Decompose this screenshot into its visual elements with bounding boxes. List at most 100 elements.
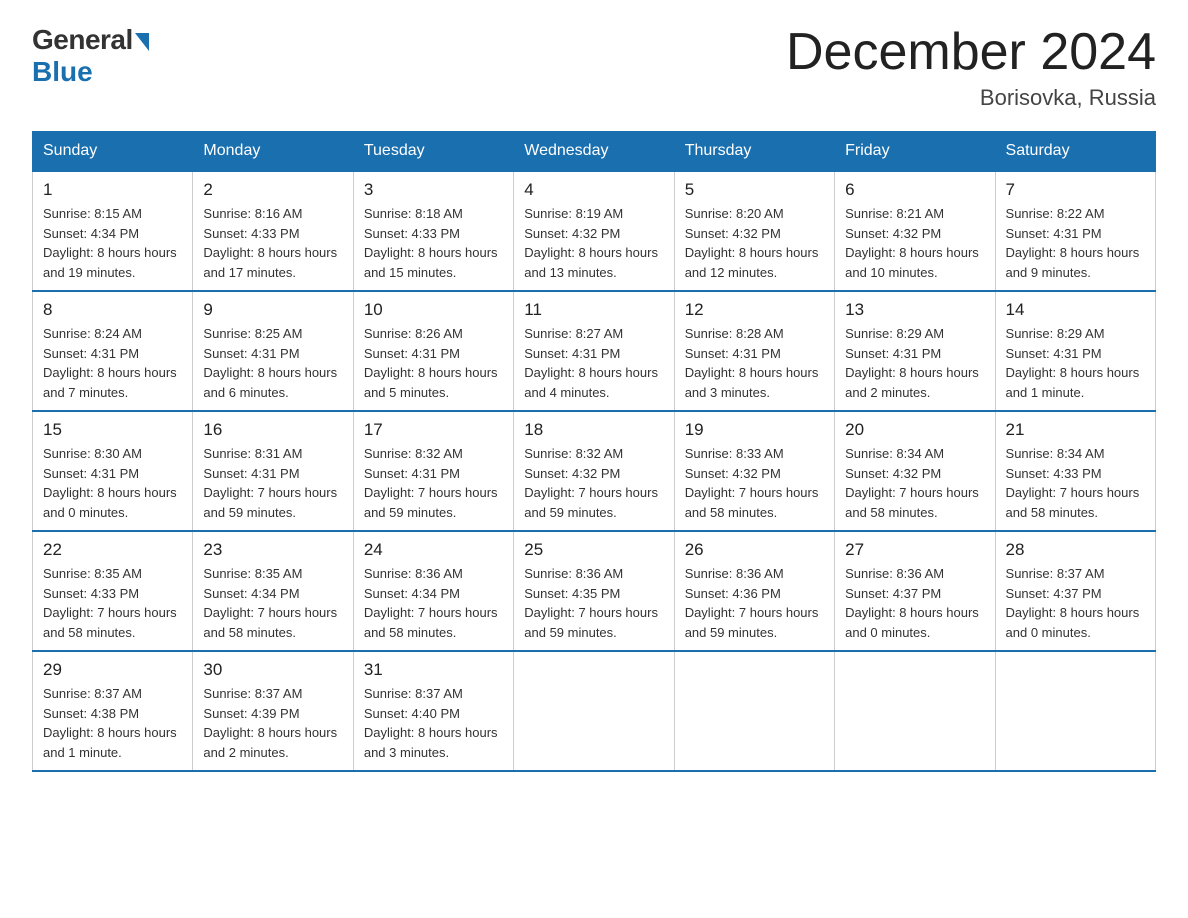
- calendar-cell: 19 Sunrise: 8:33 AMSunset: 4:32 PMDaylig…: [674, 411, 834, 531]
- header-saturday: Saturday: [995, 132, 1155, 172]
- day-info: Sunrise: 8:27 AMSunset: 4:31 PMDaylight:…: [524, 324, 663, 402]
- day-number: 29: [43, 660, 182, 680]
- calendar-cell: 10 Sunrise: 8:26 AMSunset: 4:31 PMDaylig…: [353, 291, 513, 411]
- day-info: Sunrise: 8:24 AMSunset: 4:31 PMDaylight:…: [43, 324, 182, 402]
- day-number: 20: [845, 420, 984, 440]
- day-number: 15: [43, 420, 182, 440]
- day-info: Sunrise: 8:28 AMSunset: 4:31 PMDaylight:…: [685, 324, 824, 402]
- calendar-cell: 29 Sunrise: 8:37 AMSunset: 4:38 PMDaylig…: [33, 651, 193, 771]
- calendar-cell: [514, 651, 674, 771]
- day-info: Sunrise: 8:37 AMSunset: 4:39 PMDaylight:…: [203, 684, 342, 762]
- day-info: Sunrise: 8:37 AMSunset: 4:38 PMDaylight:…: [43, 684, 182, 762]
- day-number: 9: [203, 300, 342, 320]
- calendar-cell: 30 Sunrise: 8:37 AMSunset: 4:39 PMDaylig…: [193, 651, 353, 771]
- calendar-cell: 17 Sunrise: 8:32 AMSunset: 4:31 PMDaylig…: [353, 411, 513, 531]
- day-number: 22: [43, 540, 182, 560]
- calendar-table: SundayMondayTuesdayWednesdayThursdayFrid…: [32, 131, 1156, 772]
- day-info: Sunrise: 8:18 AMSunset: 4:33 PMDaylight:…: [364, 204, 503, 282]
- calendar-cell: 23 Sunrise: 8:35 AMSunset: 4:34 PMDaylig…: [193, 531, 353, 651]
- calendar-cell: [674, 651, 834, 771]
- day-info: Sunrise: 8:33 AMSunset: 4:32 PMDaylight:…: [685, 444, 824, 522]
- day-number: 30: [203, 660, 342, 680]
- calendar-cell: 24 Sunrise: 8:36 AMSunset: 4:34 PMDaylig…: [353, 531, 513, 651]
- day-number: 4: [524, 180, 663, 200]
- day-info: Sunrise: 8:21 AMSunset: 4:32 PMDaylight:…: [845, 204, 984, 282]
- calendar-cell: 15 Sunrise: 8:30 AMSunset: 4:31 PMDaylig…: [33, 411, 193, 531]
- calendar-cell: 7 Sunrise: 8:22 AMSunset: 4:31 PMDayligh…: [995, 171, 1155, 291]
- day-number: 5: [685, 180, 824, 200]
- day-number: 10: [364, 300, 503, 320]
- day-number: 13: [845, 300, 984, 320]
- calendar-cell: 3 Sunrise: 8:18 AMSunset: 4:33 PMDayligh…: [353, 171, 513, 291]
- day-info: Sunrise: 8:16 AMSunset: 4:33 PMDaylight:…: [203, 204, 342, 282]
- calendar-cell: 9 Sunrise: 8:25 AMSunset: 4:31 PMDayligh…: [193, 291, 353, 411]
- day-number: 8: [43, 300, 182, 320]
- day-number: 19: [685, 420, 824, 440]
- calendar-cell: 27 Sunrise: 8:36 AMSunset: 4:37 PMDaylig…: [835, 531, 995, 651]
- day-info: Sunrise: 8:36 AMSunset: 4:35 PMDaylight:…: [524, 564, 663, 642]
- week-row-1: 1 Sunrise: 8:15 AMSunset: 4:34 PMDayligh…: [33, 171, 1156, 291]
- header-friday: Friday: [835, 132, 995, 172]
- day-number: 23: [203, 540, 342, 560]
- day-number: 24: [364, 540, 503, 560]
- day-info: Sunrise: 8:20 AMSunset: 4:32 PMDaylight:…: [685, 204, 824, 282]
- title-section: December 2024 Borisovka, Russia: [786, 24, 1156, 111]
- day-number: 1: [43, 180, 182, 200]
- location-text: Borisovka, Russia: [786, 85, 1156, 111]
- calendar-cell: [835, 651, 995, 771]
- day-number: 27: [845, 540, 984, 560]
- day-info: Sunrise: 8:31 AMSunset: 4:31 PMDaylight:…: [203, 444, 342, 522]
- day-number: 26: [685, 540, 824, 560]
- day-number: 7: [1006, 180, 1145, 200]
- day-number: 11: [524, 300, 663, 320]
- month-title: December 2024: [786, 24, 1156, 81]
- calendar-cell: 16 Sunrise: 8:31 AMSunset: 4:31 PMDaylig…: [193, 411, 353, 531]
- weekday-header-row: SundayMondayTuesdayWednesdayThursdayFrid…: [33, 132, 1156, 172]
- header-monday: Monday: [193, 132, 353, 172]
- calendar-cell: 12 Sunrise: 8:28 AMSunset: 4:31 PMDaylig…: [674, 291, 834, 411]
- day-number: 2: [203, 180, 342, 200]
- day-info: Sunrise: 8:32 AMSunset: 4:31 PMDaylight:…: [364, 444, 503, 522]
- calendar-cell: 6 Sunrise: 8:21 AMSunset: 4:32 PMDayligh…: [835, 171, 995, 291]
- calendar-cell: 31 Sunrise: 8:37 AMSunset: 4:40 PMDaylig…: [353, 651, 513, 771]
- logo-triangle-icon: [135, 33, 149, 51]
- day-info: Sunrise: 8:37 AMSunset: 4:40 PMDaylight:…: [364, 684, 503, 762]
- day-number: 28: [1006, 540, 1145, 560]
- logo-blue-text: Blue: [32, 56, 93, 88]
- day-info: Sunrise: 8:32 AMSunset: 4:32 PMDaylight:…: [524, 444, 663, 522]
- header-tuesday: Tuesday: [353, 132, 513, 172]
- day-number: 6: [845, 180, 984, 200]
- day-info: Sunrise: 8:29 AMSunset: 4:31 PMDaylight:…: [1006, 324, 1145, 402]
- calendar-cell: 1 Sunrise: 8:15 AMSunset: 4:34 PMDayligh…: [33, 171, 193, 291]
- calendar-cell: 5 Sunrise: 8:20 AMSunset: 4:32 PMDayligh…: [674, 171, 834, 291]
- page-header: General Blue December 2024 Borisovka, Ru…: [32, 24, 1156, 111]
- calendar-cell: 25 Sunrise: 8:36 AMSunset: 4:35 PMDaylig…: [514, 531, 674, 651]
- week-row-4: 22 Sunrise: 8:35 AMSunset: 4:33 PMDaylig…: [33, 531, 1156, 651]
- calendar-cell: 13 Sunrise: 8:29 AMSunset: 4:31 PMDaylig…: [835, 291, 995, 411]
- day-number: 18: [524, 420, 663, 440]
- calendar-cell: 20 Sunrise: 8:34 AMSunset: 4:32 PMDaylig…: [835, 411, 995, 531]
- week-row-5: 29 Sunrise: 8:37 AMSunset: 4:38 PMDaylig…: [33, 651, 1156, 771]
- calendar-cell: 21 Sunrise: 8:34 AMSunset: 4:33 PMDaylig…: [995, 411, 1155, 531]
- day-number: 31: [364, 660, 503, 680]
- day-info: Sunrise: 8:26 AMSunset: 4:31 PMDaylight:…: [364, 324, 503, 402]
- day-number: 3: [364, 180, 503, 200]
- calendar-cell: 22 Sunrise: 8:35 AMSunset: 4:33 PMDaylig…: [33, 531, 193, 651]
- day-number: 16: [203, 420, 342, 440]
- day-info: Sunrise: 8:30 AMSunset: 4:31 PMDaylight:…: [43, 444, 182, 522]
- week-row-2: 8 Sunrise: 8:24 AMSunset: 4:31 PMDayligh…: [33, 291, 1156, 411]
- header-wednesday: Wednesday: [514, 132, 674, 172]
- day-info: Sunrise: 8:34 AMSunset: 4:33 PMDaylight:…: [1006, 444, 1145, 522]
- day-info: Sunrise: 8:36 AMSunset: 4:34 PMDaylight:…: [364, 564, 503, 642]
- day-number: 14: [1006, 300, 1145, 320]
- calendar-cell: 4 Sunrise: 8:19 AMSunset: 4:32 PMDayligh…: [514, 171, 674, 291]
- day-info: Sunrise: 8:36 AMSunset: 4:37 PMDaylight:…: [845, 564, 984, 642]
- calendar-cell: [995, 651, 1155, 771]
- day-info: Sunrise: 8:35 AMSunset: 4:34 PMDaylight:…: [203, 564, 342, 642]
- logo-general-text: General: [32, 24, 133, 56]
- day-info: Sunrise: 8:35 AMSunset: 4:33 PMDaylight:…: [43, 564, 182, 642]
- day-info: Sunrise: 8:34 AMSunset: 4:32 PMDaylight:…: [845, 444, 984, 522]
- calendar-cell: 28 Sunrise: 8:37 AMSunset: 4:37 PMDaylig…: [995, 531, 1155, 651]
- day-info: Sunrise: 8:15 AMSunset: 4:34 PMDaylight:…: [43, 204, 182, 282]
- calendar-cell: 11 Sunrise: 8:27 AMSunset: 4:31 PMDaylig…: [514, 291, 674, 411]
